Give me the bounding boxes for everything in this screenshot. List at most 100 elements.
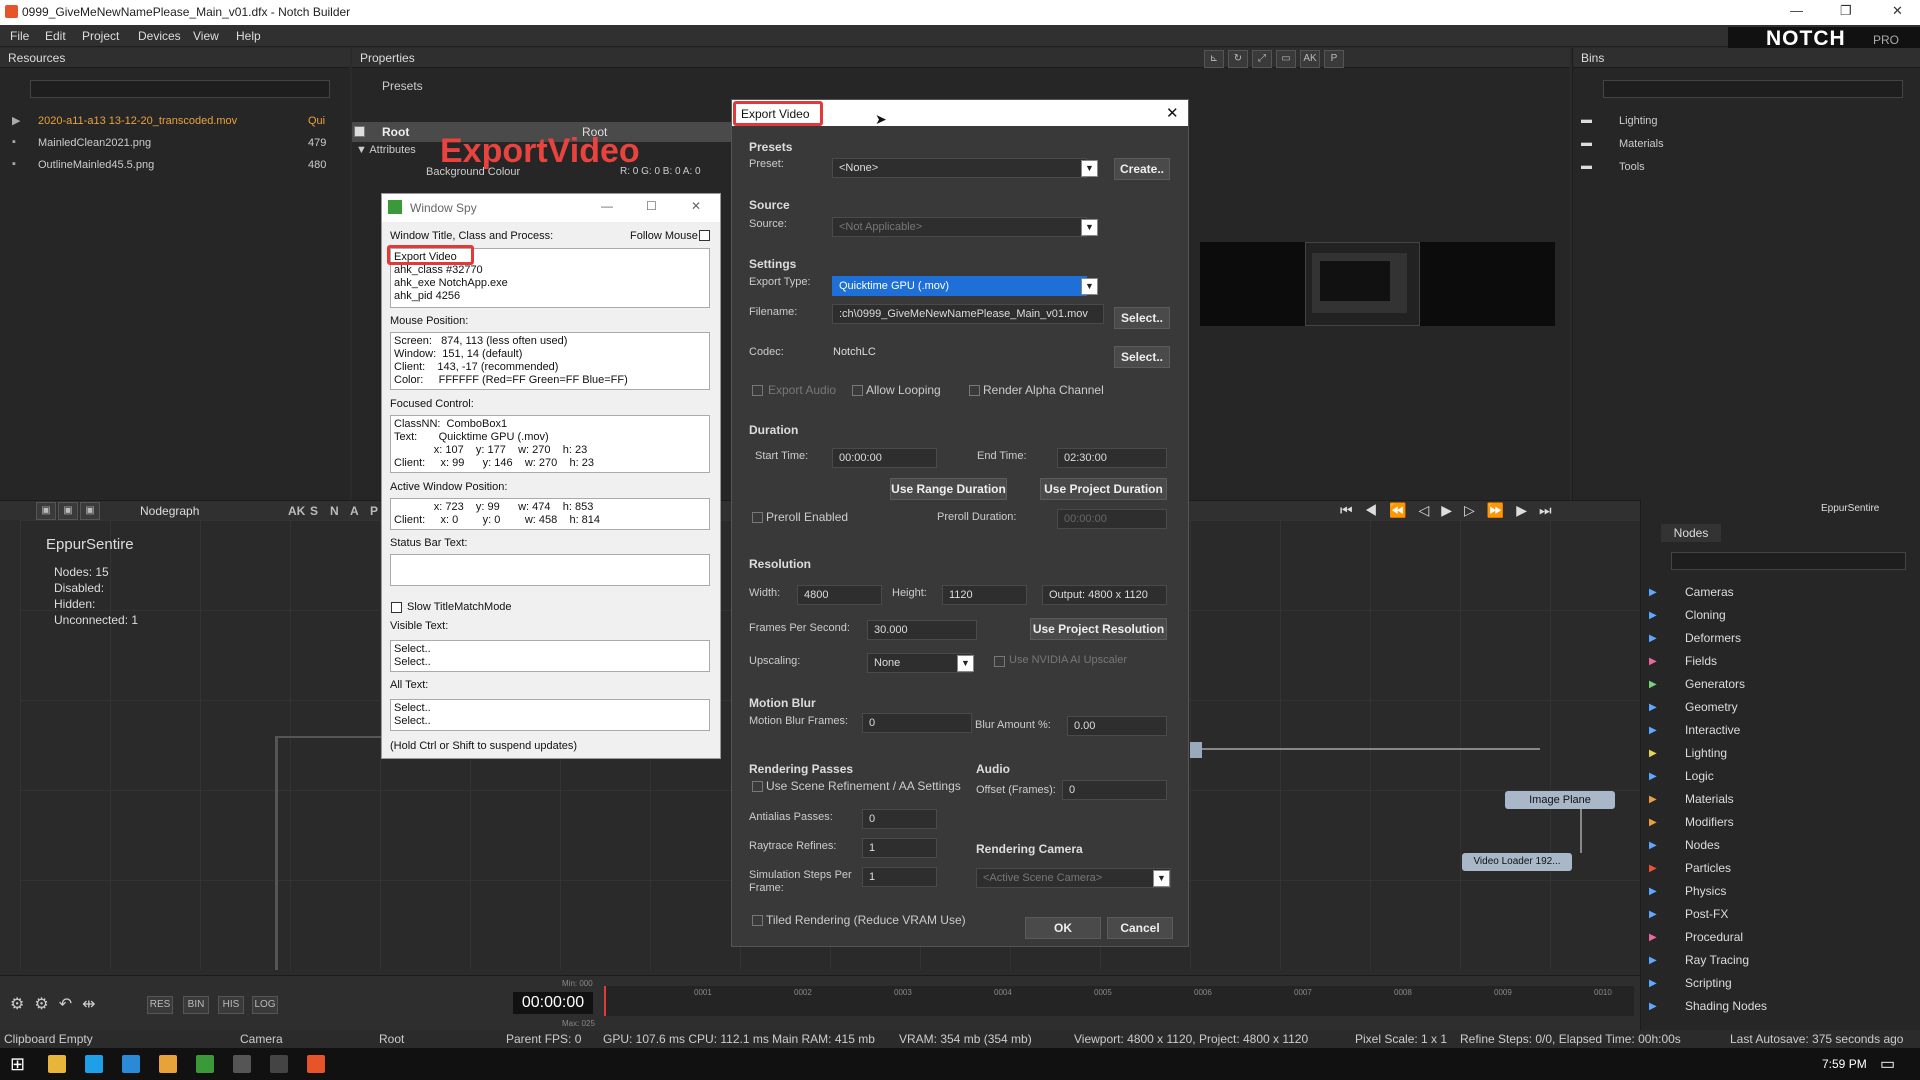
app-icon[interactable] — [85, 1055, 103, 1073]
category-item[interactable]: ▶ Geometry — [1649, 700, 1899, 723]
bin-item[interactable]: ▬ Tools — [1581, 160, 1881, 182]
app-icon[interactable] — [233, 1055, 251, 1073]
use-range-duration-button[interactable]: Use Range Duration — [890, 478, 1007, 500]
nvidia-upscaler-checkbox[interactable] — [994, 656, 1005, 667]
follow-mouse-checkbox[interactable] — [699, 230, 710, 241]
category-item[interactable]: ▶ Logic — [1649, 769, 1899, 792]
chevron-down-icon[interactable]: ▼ — [1081, 278, 1098, 295]
category-item[interactable]: ▶ Generators — [1649, 677, 1899, 700]
codec-select-button[interactable]: Select.. — [1114, 346, 1170, 368]
s-toolbar-btn[interactable]: S — [310, 504, 318, 518]
menu-file[interactable]: File — [10, 29, 29, 43]
bin-item[interactable]: ▬ Materials — [1581, 137, 1881, 159]
n-toolbar-btn[interactable]: N — [330, 504, 339, 518]
allow-looping-checkbox[interactable] — [852, 385, 863, 396]
rotate-icon[interactable]: ↻ — [1228, 50, 1248, 68]
chevron-down-icon[interactable]: ▼ — [1081, 219, 1098, 236]
motion-blur-frames-input[interactable]: 0 — [862, 713, 972, 733]
category-item[interactable]: ▶ Shading Nodes — [1649, 999, 1899, 1022]
start-time-input[interactable]: 00:00:00 — [832, 448, 937, 468]
playhead[interactable] — [604, 986, 606, 1016]
restore-icon[interactable]: ❐ — [1840, 3, 1852, 19]
source-select[interactable]: <Not Applicable> — [832, 217, 1087, 237]
edge-icon[interactable] — [122, 1055, 140, 1073]
timeline-ruler[interactable]: 0001 0002 0003 0004 0005 0006 0007 0008 0009 0010 — [604, 986, 1634, 1016]
category-item[interactable]: ▶ Interactive — [1649, 723, 1899, 746]
rendering-camera-select[interactable]: <Active Scene Camera> — [976, 868, 1171, 888]
category-item[interactable]: ▶ Scripting — [1649, 976, 1899, 999]
category-item[interactable]: ▶ Procedural — [1649, 930, 1899, 953]
focused-control-textbox[interactable]: ClassNN: ComboBox1 Text: Quicktime GPU (… — [390, 415, 710, 473]
category-item[interactable]: ▶ Modifiers — [1649, 815, 1899, 838]
scale-icon[interactable]: ⤢ — [1252, 50, 1272, 68]
render-alpha-checkbox[interactable] — [969, 385, 980, 396]
layout2-icon[interactable]: ▣ — [58, 502, 78, 520]
menu-view[interactable]: View — [193, 29, 219, 43]
settings-icons[interactable]: ⚙⚙↶⇹ — [10, 994, 106, 1014]
scene-refinement-checkbox[interactable] — [752, 781, 763, 792]
category-item[interactable]: ▶ Cameras — [1649, 585, 1899, 608]
preroll-checkbox[interactable] — [752, 512, 763, 523]
active-window-textbox[interactable]: x: 723 y: 99 w: 474 h: 853 Client: x: 0 … — [390, 498, 710, 530]
viewport[interactable] — [1200, 242, 1555, 326]
windows-start-icon[interactable]: ⊞ — [10, 1054, 25, 1075]
resource-item[interactable]: ▪ MainledClean2021.png 479 — [8, 136, 338, 158]
all-text-textbox[interactable]: Select.. Select.. — [390, 699, 710, 731]
category-item[interactable]: ▶ Post-FX — [1649, 907, 1899, 930]
menu-edit[interactable]: Edit — [45, 29, 66, 43]
ak-icon[interactable]: AK — [1300, 50, 1320, 68]
end-time-input[interactable]: 02:30:00 — [1057, 448, 1167, 468]
visible-text-textbox[interactable]: Select.. Select.. — [390, 640, 710, 672]
height-input[interactable]: 1120 — [942, 585, 1027, 605]
layout3-icon[interactable]: ▣ — [80, 502, 100, 520]
export-audio-checkbox[interactable] — [752, 385, 763, 396]
menu-devices[interactable]: Devices — [138, 29, 181, 43]
taskbar-clock[interactable]: 7:59 PM — [1822, 1057, 1867, 1071]
chevron-down-icon[interactable]: ▼ — [1081, 160, 1098, 177]
close-icon[interactable]: ✕ — [691, 199, 701, 213]
category-item[interactable]: ▶ Fields — [1649, 654, 1899, 677]
p-toolbar-btn[interactable]: P — [370, 504, 378, 518]
filename-input[interactable]: :ch\0999_GiveMeNewNamePlease_Main_v01.mo… — [832, 304, 1104, 324]
close-icon[interactable]: ✕ — [1892, 3, 1903, 19]
bin-item[interactable]: ▬ Lighting — [1581, 114, 1881, 136]
menu-project[interactable]: Project — [82, 29, 119, 43]
file-explorer-icon[interactable] — [48, 1055, 66, 1073]
category-item[interactable]: ▶ Ray Tracing — [1649, 953, 1899, 976]
timecode[interactable]: 00:00:00 — [513, 992, 593, 1014]
blur-amount-input[interactable]: 0.00 — [1067, 716, 1167, 736]
simulation-steps-input[interactable]: 1 — [862, 867, 937, 887]
slow-titlematch-checkbox[interactable] — [391, 602, 402, 613]
filename-select-button[interactable]: Select.. — [1114, 307, 1170, 329]
log-button[interactable]: LOG — [252, 996, 278, 1014]
category-item[interactable]: ▶ Deformers — [1649, 631, 1899, 654]
notch-taskbar-icon[interactable] — [307, 1055, 325, 1073]
maximize-icon[interactable]: ☐ — [646, 199, 657, 213]
minimize-icon[interactable]: — — [1790, 3, 1803, 18]
ok-button[interactable]: OK — [1025, 917, 1101, 939]
bins-search[interactable] — [1603, 80, 1903, 98]
status-bar-textbox[interactable] — [390, 554, 710, 586]
width-input[interactable]: 4800 — [797, 585, 882, 605]
category-item[interactable]: ▶ Nodes — [1649, 838, 1899, 861]
category-item[interactable]: ▶ Physics — [1649, 884, 1899, 907]
resource-item[interactable]: ▪ OutlineMainled45.5.png 480 — [8, 158, 338, 180]
preset-select[interactable]: <None> — [832, 158, 1087, 178]
terminal-icon[interactable] — [270, 1055, 288, 1073]
a-toolbar-btn[interactable]: A — [350, 504, 359, 518]
video-loader-node[interactable]: Video Loader 192... — [1462, 853, 1572, 871]
audio-offset-input[interactable]: 0 — [1062, 780, 1167, 800]
chevron-down-icon[interactable]: ▼ — [957, 655, 974, 672]
create-button[interactable]: Create.. — [1114, 158, 1170, 180]
export-type-select[interactable]: Quicktime GPU (.mov) — [832, 276, 1087, 296]
mouse-position-textbox[interactable]: Screen: 874, 113 (less often used) Windo… — [390, 332, 710, 390]
resources-search[interactable] — [30, 80, 330, 98]
window-spy-taskbar-icon[interactable] — [196, 1055, 214, 1073]
fps-input[interactable]: 30.000 — [867, 620, 977, 640]
category-item[interactable]: ▶ Lighting — [1649, 746, 1899, 769]
use-project-duration-button[interactable]: Use Project Duration — [1040, 478, 1167, 500]
layout-icon[interactable]: ▣ — [36, 502, 56, 520]
attributes-group[interactable]: ▼ Attributes — [356, 144, 416, 156]
res-button[interactable]: RES — [147, 996, 173, 1014]
chevron-down-icon[interactable]: ▼ — [1153, 870, 1170, 887]
